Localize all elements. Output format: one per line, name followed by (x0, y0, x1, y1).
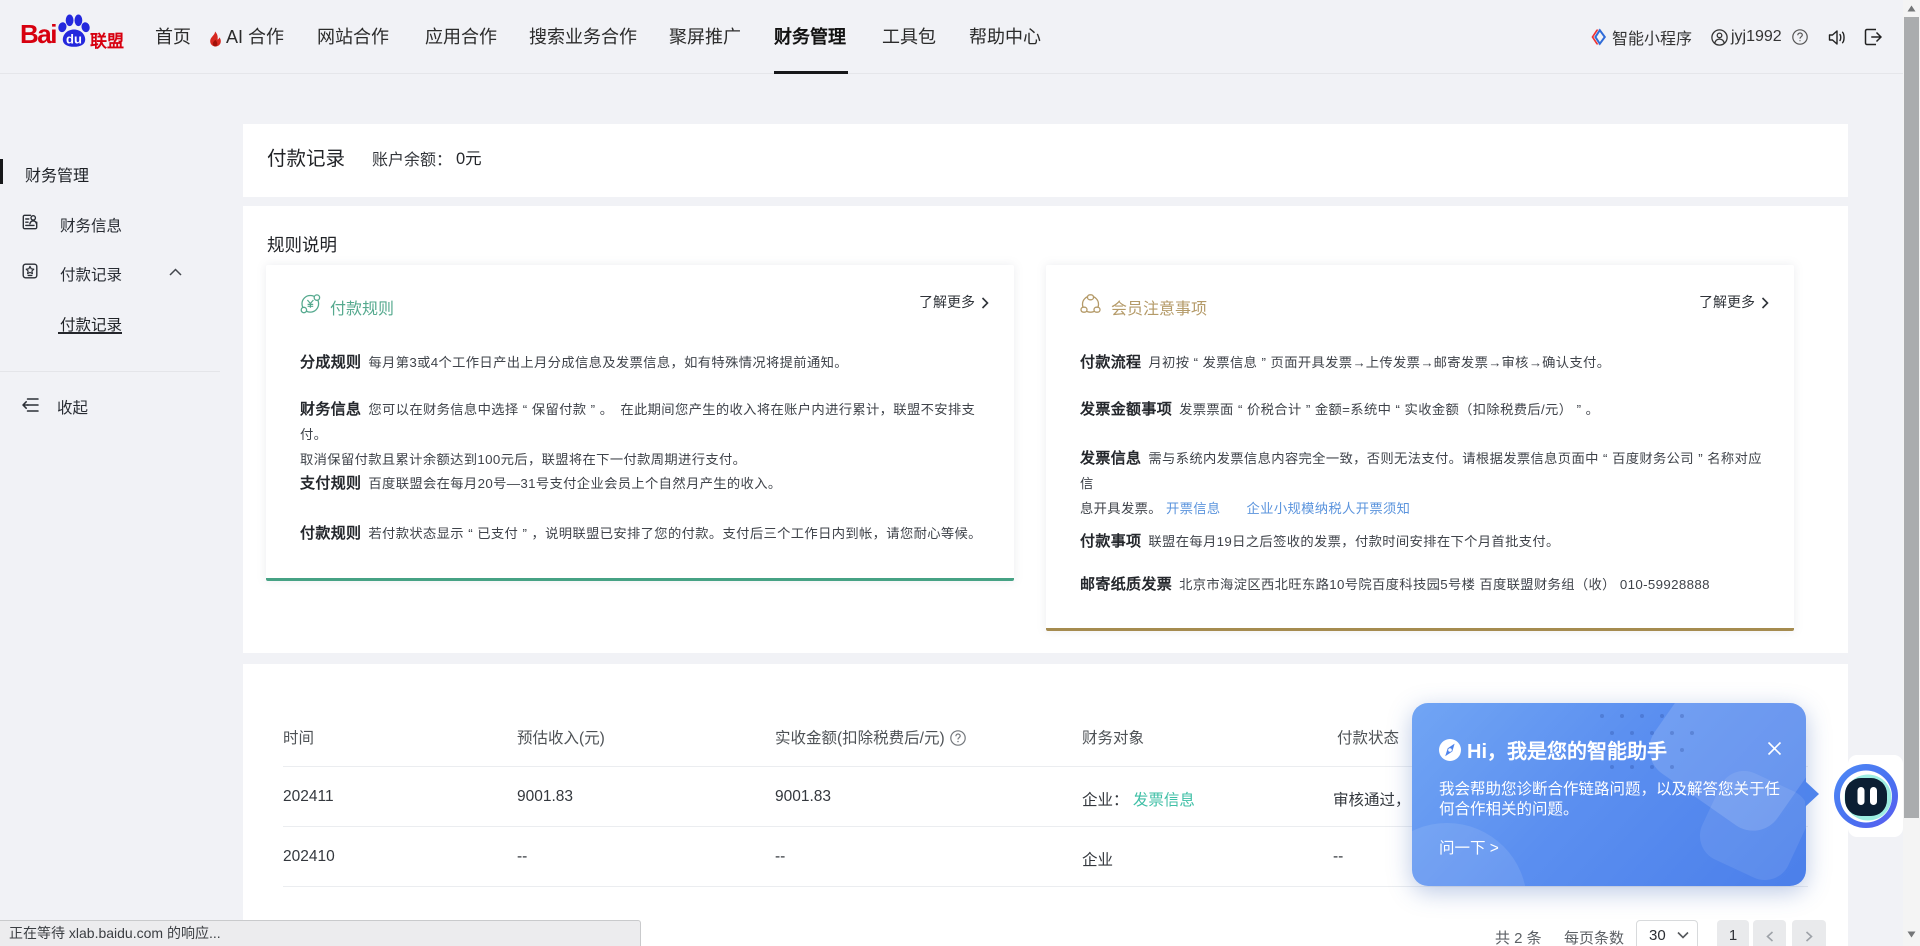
svg-text:du: du (66, 32, 82, 47)
